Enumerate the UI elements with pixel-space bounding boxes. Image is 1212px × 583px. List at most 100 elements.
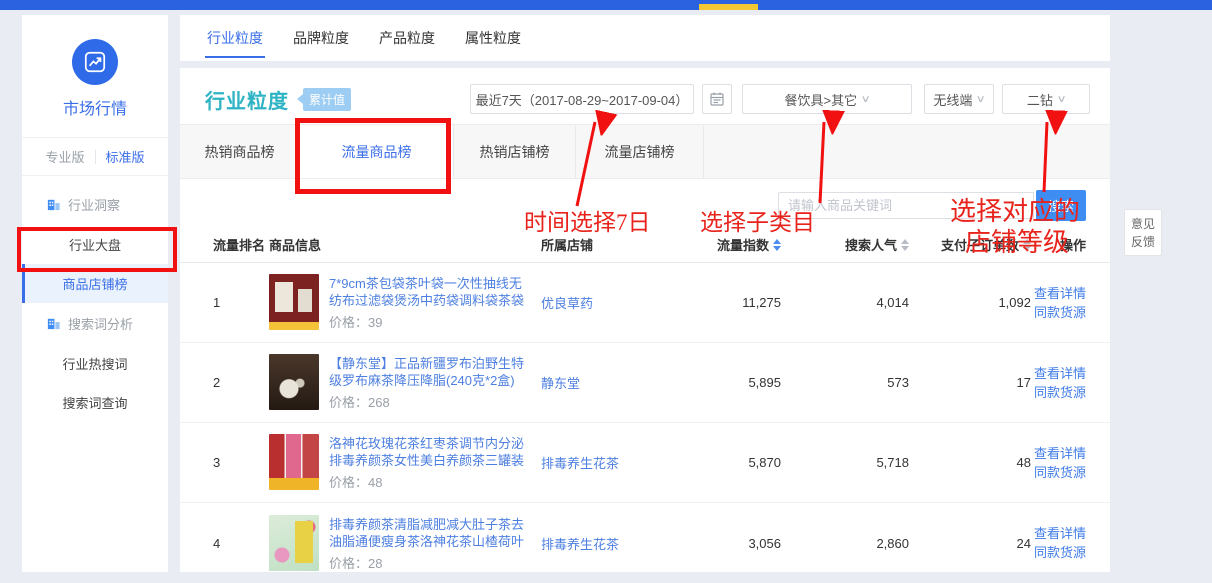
same-source-link[interactable]: 同款货源 <box>1034 463 1086 482</box>
col-traffic-index: 流量指数 <box>717 235 781 254</box>
product-title-link[interactable]: 7*9cm茶包袋茶叶袋一次性抽线无纺布过滤袋煲汤中药袋调料袋茶袋 <box>329 275 534 309</box>
same-source-link[interactable]: 同款货源 <box>1034 383 1086 402</box>
col-search-popularity: 搜索人气 <box>845 235 909 254</box>
product-title-link[interactable]: 排毒养颜茶清脂减肥减大肚子茶去油脂通便瘦身茶洛神花茶山楂荷叶 <box>329 516 534 550</box>
pay-orders-value: 17 <box>1017 375 1031 390</box>
product-image[interactable] <box>269 274 319 330</box>
product-title-link[interactable]: 洛神花玫瑰花茶红枣茶调节内分泌排毒养颜茶女性美白养颜茶三罐装 <box>329 435 534 469</box>
terminal-value: 无线端 <box>933 90 972 109</box>
search-popularity-value: 573 <box>887 375 909 390</box>
product-price: 价格：48 <box>329 472 534 491</box>
col-traffic-rank: 流量排名 <box>213 235 269 254</box>
product-price: 价格：39 <box>329 312 534 331</box>
view-detail-link[interactable]: 查看详情 <box>1034 524 1086 543</box>
tab-product-granularity[interactable]: 产品粒度 <box>377 16 437 60</box>
product-image[interactable] <box>269 434 319 490</box>
granularity-tabs: 行业粒度 品牌粒度 产品粒度 属性粒度 <box>180 15 1110 61</box>
tab-industry-granularity[interactable]: 行业粒度 <box>205 16 265 60</box>
rank-value: 4 <box>213 536 269 551</box>
pay-orders-value: 48 <box>1017 455 1031 470</box>
cumulative-badge: 累计值 <box>303 88 351 111</box>
tab-hot-shop-rank[interactable]: 热销店铺榜 <box>454 125 576 178</box>
filter-bar: 最近7天（2017-08-29~2017-09-04） 餐饮具>其它 ∨ 无线端… <box>470 84 1090 114</box>
tab-traffic-shop-rank[interactable]: 流量店铺榜 <box>576 125 704 178</box>
product-price: 价格：268 <box>329 392 534 411</box>
tab-pro-version[interactable]: 专业版 <box>35 147 94 166</box>
search-popularity-value: 2,860 <box>876 536 909 551</box>
col-actions: 操作 <box>1060 235 1086 254</box>
terminal-selector[interactable]: 无线端 ∨ <box>924 84 994 114</box>
sidebar: 市场行情 专业版 标准版 行业洞察 行业大盘 商品店铺榜 <box>22 15 168 572</box>
search-row: 搜索 <box>180 179 1110 227</box>
search-popularity-value: 4,014 <box>876 295 909 310</box>
sort-icon[interactable] <box>773 239 781 251</box>
calendar-button[interactable] <box>702 84 732 114</box>
tab-attribute-granularity[interactable]: 属性粒度 <box>463 16 523 60</box>
col-product-info: 商品信息 <box>269 235 541 254</box>
date-range-selector[interactable]: 最近7天（2017-08-29~2017-09-04） <box>470 84 694 114</box>
tab-brand-granularity[interactable]: 品牌粒度 <box>291 16 351 60</box>
table-row: 1 7*9cm茶包袋茶叶袋一次性抽线无纺布过滤袋煲汤中药袋调料袋茶袋 价格：39… <box>180 263 1110 343</box>
feedback-button[interactable]: 意见 反馈 <box>1124 209 1162 256</box>
page-title: 行业粒度 <box>205 85 289 114</box>
feedback-label: 意见 <box>1131 215 1155 233</box>
shop-link[interactable]: 优良草药 <box>541 293 669 312</box>
col-label: 流量指数 <box>717 235 769 254</box>
tab-hot-product-rank[interactable]: 热销商品榜 <box>180 125 300 178</box>
product-price: 价格：28 <box>329 553 534 572</box>
browser-top-bar <box>0 0 1212 10</box>
sidebar-menu: 行业洞察 行业大盘 商品店铺榜 搜索词分析 行业热搜词 搜索词查询 <box>22 176 168 422</box>
building-icon <box>46 316 61 331</box>
sort-icon[interactable] <box>1023 239 1031 251</box>
product-title-link[interactable]: 【静东堂】正品新疆罗布泊野生特级罗布麻茶降压降脂(240克*2盒) <box>329 355 534 389</box>
shop-link[interactable]: 排毒养生花茶 <box>541 534 669 553</box>
app-title: 市场行情 <box>22 95 168 138</box>
traffic-index-value: 11,275 <box>742 295 781 310</box>
chevron-down-icon: ∨ <box>861 94 871 105</box>
rank-value: 1 <box>213 295 269 310</box>
shop-level-selector[interactable]: 二钻 ∨ <box>1002 84 1090 114</box>
tab-traffic-product-rank[interactable]: 流量商品榜 <box>300 125 454 178</box>
feedback-label: 反馈 <box>1131 233 1155 251</box>
category-value: 餐饮具>其它 <box>785 90 858 109</box>
keyword-search-input[interactable] <box>778 192 1034 219</box>
col-pay-orders: 支付子订单数 <box>941 235 1031 254</box>
traffic-index-value: 3,056 <box>748 536 781 551</box>
col-label: 支付子订单数 <box>941 235 1019 254</box>
same-source-link[interactable]: 同款货源 <box>1034 543 1086 562</box>
sidebar-item-hot-search-words[interactable]: 行业热搜词 <box>22 344 168 383</box>
table-header: 流量排名 商品信息 所属店铺 流量指数 搜索人气 支付子订单数 操作 <box>180 227 1110 263</box>
product-image[interactable] <box>269 354 319 410</box>
rank-value: 2 <box>213 375 269 390</box>
product-image[interactable] <box>269 515 319 571</box>
view-detail-link[interactable]: 查看详情 <box>1034 284 1086 303</box>
pay-orders-value: 1,092 <box>998 295 1031 310</box>
traffic-index-value: 5,870 <box>748 455 781 470</box>
chevron-down-icon: ∨ <box>1056 94 1066 105</box>
col-shop: 所属店铺 <box>541 235 669 254</box>
category-selector[interactable]: 餐饮具>其它 ∨ <box>742 84 912 114</box>
view-detail-link[interactable]: 查看详情 <box>1034 444 1086 463</box>
table-row: 3 洛神花玫瑰花茶红枣茶调节内分泌排毒养颜茶女性美白养颜茶三罐装 价格：48 排… <box>180 423 1110 503</box>
sidebar-item-industry-overview[interactable]: 行业大盘 <box>22 225 168 264</box>
rank-value: 3 <box>213 455 269 470</box>
same-source-link[interactable]: 同款货源 <box>1034 303 1086 322</box>
sidebar-item-product-shop-rank[interactable]: 商品店铺榜 <box>22 264 168 303</box>
building-icon <box>46 197 61 212</box>
tab-standard-version[interactable]: 标准版 <box>96 147 155 166</box>
sidebar-item-search-word-query[interactable]: 搜索词查询 <box>22 383 168 422</box>
sidebar-group-label: 行业洞察 <box>68 195 120 214</box>
view-detail-link[interactable]: 查看详情 <box>1034 364 1086 383</box>
shop-link[interactable]: 静东堂 <box>541 373 669 392</box>
search-button[interactable]: 搜索 <box>1036 190 1086 221</box>
sidebar-group-industry-insight[interactable]: 行业洞察 <box>22 184 168 225</box>
sort-icon[interactable] <box>901 239 909 251</box>
calendar-icon <box>709 91 725 107</box>
shop-link[interactable]: 排毒养生花茶 <box>541 453 669 472</box>
sidebar-group-search-word-analysis[interactable]: 搜索词分析 <box>22 303 168 344</box>
table-row: 2 【静东堂】正品新疆罗布泊野生特级罗布麻茶降压降脂(240克*2盒) 价格：2… <box>180 343 1110 423</box>
panel-header: 行业粒度 累计值 最近7天（2017-08-29~2017-09-04） 餐饮具… <box>180 68 1110 124</box>
loading-progress-bar <box>699 4 758 10</box>
app-logo <box>22 15 168 85</box>
search-popularity-value: 5,718 <box>876 455 909 470</box>
